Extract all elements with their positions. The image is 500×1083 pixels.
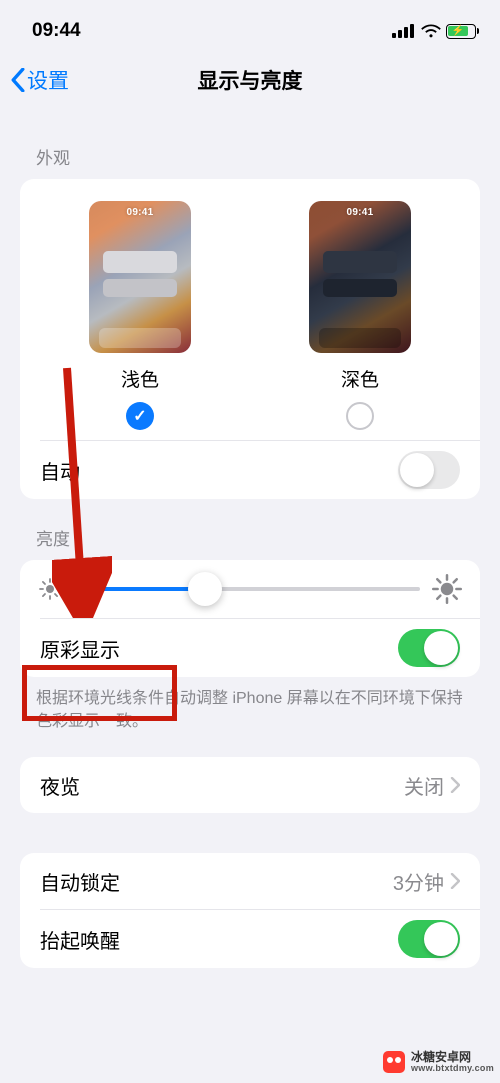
cellular-signal-icon <box>392 25 414 38</box>
brightness-slider-row <box>20 560 480 618</box>
sun-small-icon <box>38 577 62 601</box>
auto-lock-value: 3分钟 <box>393 867 444 896</box>
checkmark-icon: ✓ <box>133 406 146 426</box>
true-tone-row: 原彩显示 <box>20 619 480 677</box>
night-shift-value: 关闭 <box>404 771 444 800</box>
dark-preview-icon: 09:41 <box>309 201 411 353</box>
watermark: 冰糖安卓网 www.btxtdmy.com <box>383 1051 494 1073</box>
auto-lock-row[interactable]: 自动锁定 3分钟 <box>20 853 480 909</box>
appearance-option-light[interactable]: 09:41 浅色 ✓ <box>89 201 191 430</box>
chevron-right-icon <box>450 873 460 889</box>
chevron-right-icon <box>450 777 460 793</box>
auto-appearance-row: 自动 <box>20 441 480 499</box>
wifi-icon <box>421 24 441 39</box>
nav-bar: 设置 显示与亮度 <box>0 54 500 110</box>
night-shift-row[interactable]: 夜览 关闭 <box>20 757 480 813</box>
auto-appearance-label: 自动 <box>40 456 80 485</box>
dark-label: 深色 <box>341 365 379 392</box>
dark-radio[interactable] <box>346 402 374 430</box>
light-preview-icon: 09:41 <box>89 201 191 353</box>
true-tone-label: 原彩显示 <box>40 634 120 663</box>
watermark-logo-icon <box>383 1051 405 1073</box>
raise-to-wake-toggle[interactable] <box>398 920 460 958</box>
status-bar: 09:44 ⚡ <box>0 0 500 54</box>
battery-icon: ⚡ <box>446 24 476 39</box>
raise-to-wake-row: 抬起唤醒 <box>20 910 480 968</box>
brightness-slider[interactable] <box>74 587 420 591</box>
raise-to-wake-label: 抬起唤醒 <box>40 925 120 954</box>
watermark-name: 冰糖安卓网 <box>411 1051 494 1064</box>
auto-appearance-toggle[interactable] <box>398 451 460 489</box>
status-time: 09:44 <box>32 20 81 42</box>
sun-large-icon <box>432 574 462 604</box>
true-tone-toggle[interactable] <box>398 629 460 667</box>
section-header-appearance: 外观 <box>0 110 500 179</box>
lock-group: 自动锁定 3分钟 抬起唤醒 <box>20 853 480 968</box>
auto-lock-label: 自动锁定 <box>40 867 120 896</box>
light-radio[interactable]: ✓ <box>126 402 154 430</box>
section-header-brightness: 亮度 <box>0 499 500 560</box>
night-shift-group: 夜览 关闭 <box>20 757 480 813</box>
status-icons: ⚡ <box>392 24 476 39</box>
watermark-url: www.btxtdmy.com <box>411 1064 494 1073</box>
true-tone-description: 根据环境光线条件自动调整 iPhone 屏幕以在不同环境下保持色彩显示一致。 <box>0 677 500 733</box>
light-label: 浅色 <box>121 365 159 392</box>
slider-thumb[interactable] <box>188 572 222 606</box>
appearance-option-dark[interactable]: 09:41 深色 <box>309 201 411 430</box>
appearance-group: 09:41 浅色 ✓ 09:41 深色 自动 <box>20 179 480 499</box>
brightness-group: 原彩显示 <box>20 560 480 677</box>
night-shift-label: 夜览 <box>40 771 80 800</box>
page-title: 显示与亮度 <box>0 65 500 95</box>
